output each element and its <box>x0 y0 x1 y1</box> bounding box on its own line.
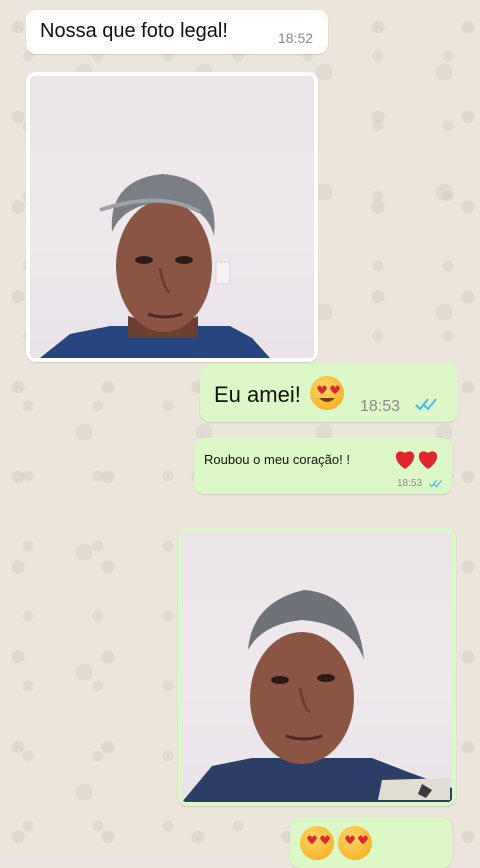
outgoing-photo-bubble[interactable] <box>178 528 456 806</box>
message-text: Eu amei! <box>214 382 301 407</box>
photo-image[interactable] <box>30 76 314 358</box>
photo-image[interactable] <box>182 532 452 802</box>
outgoing-emoji-bubble[interactable] <box>290 818 452 868</box>
incoming-message-bubble[interactable]: Nossa que foto legal! 18:52 <box>26 10 328 54</box>
message-time: 18:53 <box>360 398 401 415</box>
outgoing-message-bubble[interactable]: Roubou o meu coração! ! 18:53 <box>194 438 452 494</box>
read-ticks-icon <box>428 476 444 494</box>
heart-eyes-emoji-icon <box>310 376 344 410</box>
incoming-photo-bubble[interactable] <box>26 72 318 362</box>
message-text: Nossa que foto legal! <box>40 20 228 42</box>
heart-eyes-emoji-icon <box>338 826 372 860</box>
photo-person <box>40 174 270 358</box>
heart-eyes-emoji-icon <box>300 826 334 860</box>
outgoing-message-bubble[interactable]: Eu amei! 18:53 <box>200 364 458 422</box>
message-text: Roubou o meu coração! ! <box>204 452 350 467</box>
message-time: 18:52 <box>278 30 314 46</box>
photo-person <box>182 590 452 802</box>
read-ticks-icon <box>414 396 440 417</box>
two-hearts-icon <box>394 447 440 476</box>
message-time: 18:53 <box>397 478 423 489</box>
